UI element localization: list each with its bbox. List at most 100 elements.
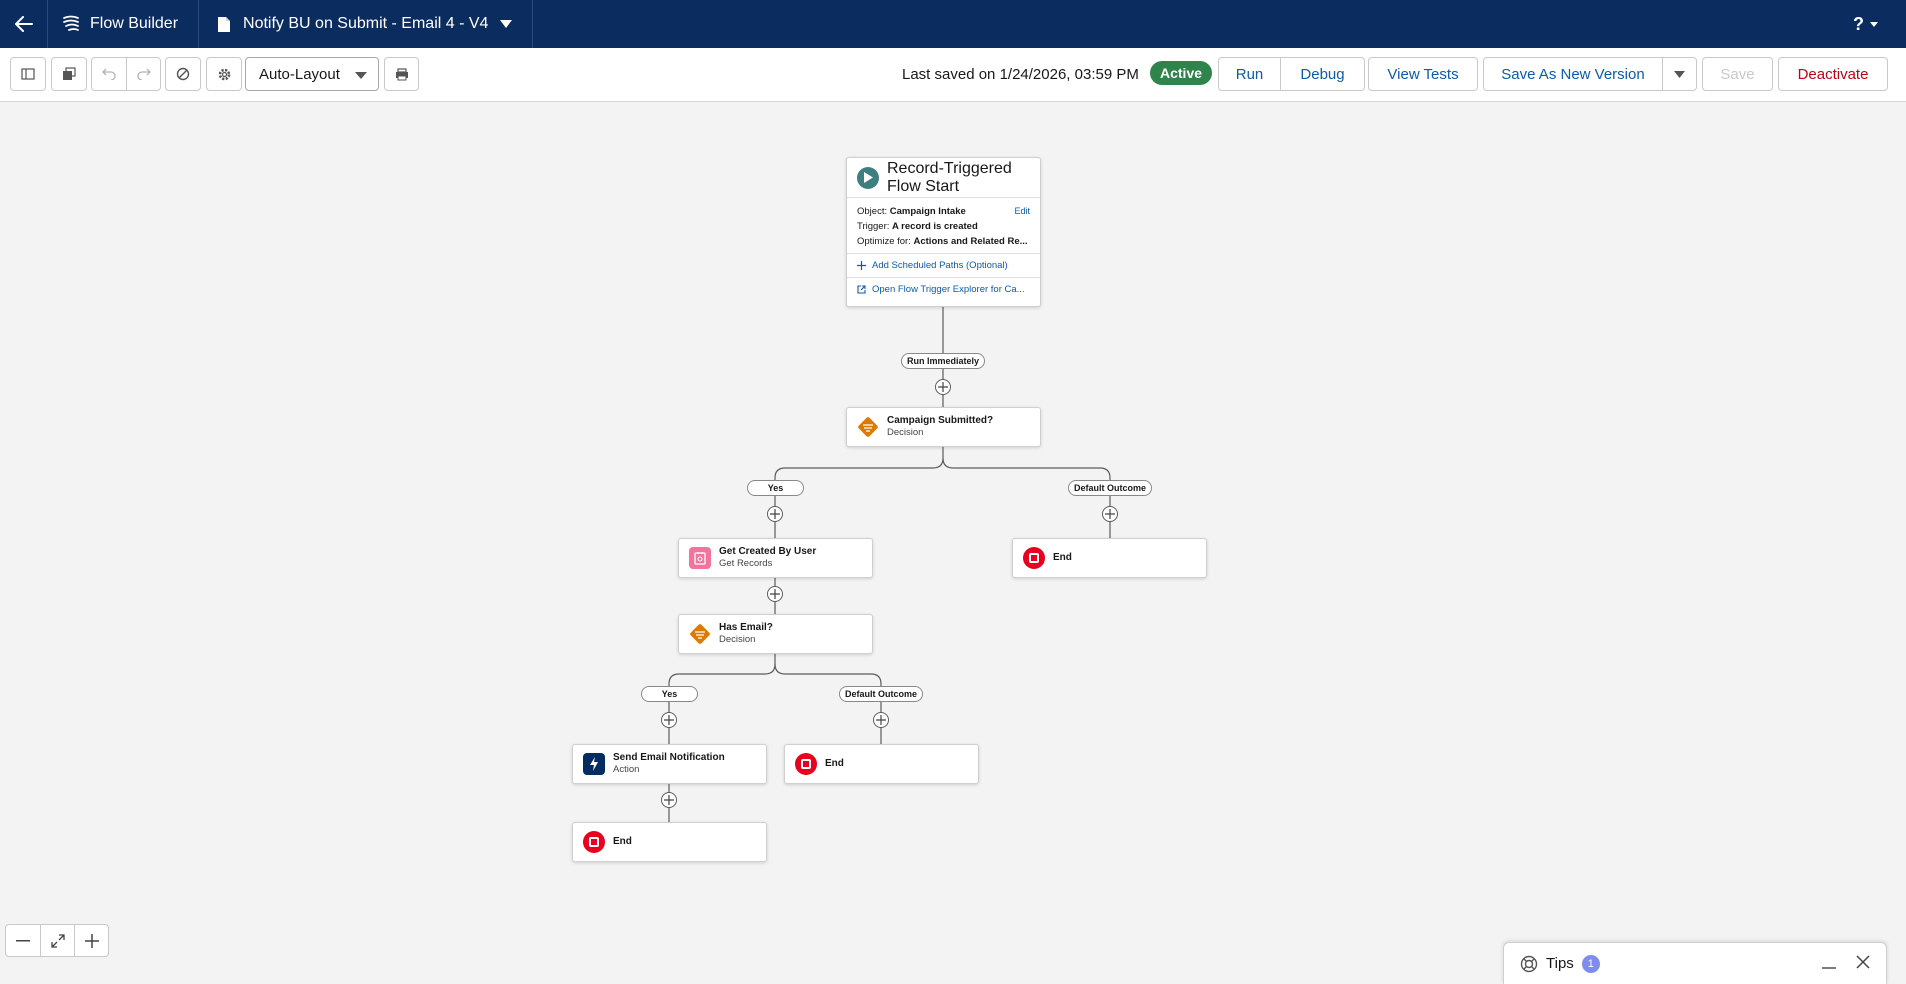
toolbar: Auto-Layout Last saved on 1/24/2026, 03:… xyxy=(0,48,1906,102)
play-icon xyxy=(857,166,879,189)
end-element[interactable]: End xyxy=(784,744,979,784)
open-trigger-explorer-link[interactable]: Open Flow Trigger Explorer for Ca... xyxy=(847,277,1040,301)
print-button[interactable] xyxy=(384,57,419,91)
optimize-value: Actions and Related Re... xyxy=(913,236,1028,247)
toggle-toolbox-button[interactable] xyxy=(10,57,46,91)
layout-select-value: Auto-Layout xyxy=(259,65,340,83)
app-title: Flow Builder xyxy=(48,0,200,48)
copy-icon xyxy=(63,67,76,80)
save-options-menu-button[interactable] xyxy=(1663,57,1697,91)
lightning-icon xyxy=(583,753,605,775)
panel-icon xyxy=(21,68,35,80)
stop-icon xyxy=(795,753,817,775)
outcome-label-default[interactable]: Default Outcome xyxy=(1068,480,1152,496)
start-element[interactable]: Record-Triggered Flow Start Object: Camp… xyxy=(846,157,1041,307)
add-element-button[interactable] xyxy=(1102,506,1118,522)
expand-icon xyxy=(50,933,65,948)
tips-panel[interactable]: Tips 1 xyxy=(1503,942,1887,984)
stop-icon xyxy=(1023,547,1045,569)
object-value: Campaign Intake xyxy=(889,206,966,217)
back-button[interactable] xyxy=(0,0,48,48)
run-immediately-label[interactable]: Run Immediately xyxy=(901,353,985,369)
outcome-label-yes[interactable]: Yes xyxy=(747,480,804,496)
flow-title: Notify BU on Submit - Email 4 - V4 xyxy=(243,15,489,32)
decision-icon xyxy=(689,623,711,645)
close-icon[interactable] xyxy=(1856,955,1870,969)
print-icon xyxy=(395,67,408,80)
plus-icon xyxy=(876,715,886,725)
zoom-in-button[interactable] xyxy=(74,925,108,956)
add-element-button[interactable] xyxy=(767,586,783,602)
decision-icon xyxy=(857,416,879,438)
node-subtitle: Get Records xyxy=(719,558,773,569)
plus-icon xyxy=(664,715,674,725)
flow-settings-button[interactable] xyxy=(206,57,242,91)
top-header: Flow Builder Notify BU on Submit - Email… xyxy=(0,0,1906,48)
node-subtitle: Action xyxy=(613,764,640,775)
object-label: Object: xyxy=(857,206,888,217)
chevron-down-icon xyxy=(500,20,513,28)
node-subtitle: Decision xyxy=(887,427,924,438)
app-name: Flow Builder xyxy=(90,15,179,32)
redo-button[interactable] xyxy=(126,58,160,90)
ban-icon xyxy=(176,67,190,81)
chevron-down-icon xyxy=(355,72,367,79)
fit-view-button[interactable] xyxy=(40,925,74,956)
document-icon xyxy=(218,16,231,32)
start-subtitle: Start xyxy=(925,177,960,195)
decision-has-email[interactable]: Has Email? Decision xyxy=(678,614,873,654)
add-scheduled-paths-link[interactable]: Add Scheduled Paths (Optional) xyxy=(847,253,1040,277)
start-details: Object: Campaign Intake Edit Trigger: A … xyxy=(847,198,1040,249)
trigger-value: A record is created xyxy=(892,221,978,232)
add-element-button[interactable] xyxy=(661,792,677,808)
action-send-email[interactable]: Send Email Notification Action xyxy=(572,744,767,784)
deactivate-button[interactable]: Deactivate xyxy=(1778,57,1888,91)
help-menu[interactable]: ? xyxy=(1853,0,1878,48)
last-saved-text: Last saved on 1/24/2026, 03:59 PM xyxy=(902,66,1139,83)
chevron-down-icon xyxy=(1674,70,1685,78)
optimize-label: Optimize for: xyxy=(857,236,911,247)
chevron-down-icon xyxy=(1870,21,1878,27)
help-icon: ? xyxy=(1853,13,1864,34)
save-button[interactable]: Save xyxy=(1702,57,1773,91)
add-element-button[interactable] xyxy=(873,712,889,728)
plus-icon xyxy=(770,589,780,599)
node-title: Send Email Notification xyxy=(613,752,725,763)
end-element[interactable]: End xyxy=(572,822,767,862)
minus-icon xyxy=(16,939,30,941)
decision-campaign-submitted[interactable]: Campaign Submitted? Decision xyxy=(846,407,1041,447)
save-as-new-version-button[interactable]: Save As New Version xyxy=(1483,57,1663,91)
flow-builder-icon xyxy=(63,15,79,31)
run-button[interactable]: Run xyxy=(1218,57,1281,91)
zoom-controls xyxy=(5,924,109,957)
errors-button[interactable] xyxy=(165,57,201,91)
plus-icon xyxy=(938,382,948,392)
outcome-label-default[interactable]: Default Outcome xyxy=(839,686,923,702)
back-arrow-icon xyxy=(14,16,33,32)
node-subtitle: Decision xyxy=(719,634,756,645)
node-title: Has Email? xyxy=(719,622,773,633)
add-element-button[interactable] xyxy=(767,506,783,522)
get-records-element[interactable]: Get Created By User Get Records xyxy=(678,538,873,578)
end-element[interactable]: End xyxy=(1012,538,1207,578)
minimize-icon[interactable] xyxy=(1822,955,1836,969)
flow-title-menu[interactable]: Notify BU on Submit - Email 4 - V4 xyxy=(199,0,534,48)
plus-icon xyxy=(84,933,99,948)
node-title: Campaign Submitted? xyxy=(887,415,994,426)
redo-icon xyxy=(136,68,151,80)
edit-link[interactable]: Edit xyxy=(1014,204,1030,219)
trigger-label: Trigger: xyxy=(857,221,890,232)
debug-button[interactable]: Debug xyxy=(1281,57,1365,91)
undo-button[interactable] xyxy=(92,58,126,90)
layout-select[interactable]: Auto-Layout xyxy=(245,57,379,91)
add-element-button[interactable] xyxy=(935,379,951,395)
node-title: End xyxy=(613,836,632,847)
version-history-button[interactable] xyxy=(51,57,87,91)
view-tests-button[interactable]: View Tests xyxy=(1368,57,1478,91)
add-scheduled-paths-label: Add Scheduled Paths (Optional) xyxy=(872,260,1008,271)
outcome-label-yes[interactable]: Yes xyxy=(641,686,698,702)
flow-canvas[interactable]: Record-Triggered Flow Start Object: Camp… xyxy=(0,102,1906,984)
add-element-button[interactable] xyxy=(661,712,677,728)
node-title: End xyxy=(825,758,844,769)
zoom-out-button[interactable] xyxy=(6,925,40,956)
